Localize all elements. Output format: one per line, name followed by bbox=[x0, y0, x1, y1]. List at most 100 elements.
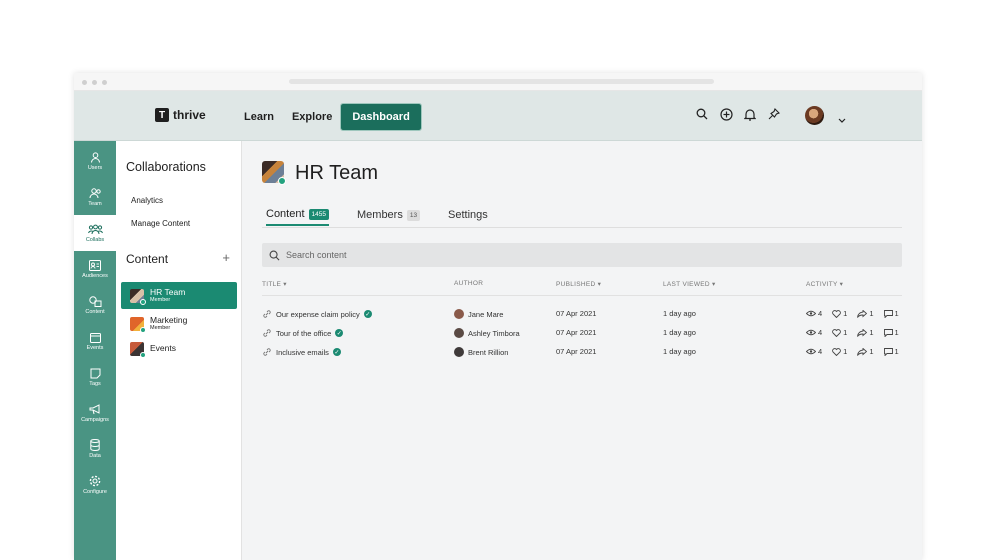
content-heading: Content bbox=[126, 252, 169, 266]
user-icon bbox=[90, 151, 100, 163]
likes-stat: 1 bbox=[832, 309, 847, 318]
top-icon-group bbox=[694, 106, 782, 122]
rail-label: Tags bbox=[89, 380, 101, 387]
tab-count: 1455 bbox=[308, 208, 329, 220]
user-avatar[interactable] bbox=[805, 106, 824, 125]
content-title[interactable]: Inclusive emails bbox=[276, 348, 329, 357]
collabs-icon bbox=[87, 224, 103, 234]
content-icon bbox=[88, 295, 101, 307]
last-viewed-cell: 1 day ago bbox=[663, 347, 696, 356]
comments-stat: 1 bbox=[883, 328, 899, 337]
address-bar[interactable] bbox=[289, 79, 714, 84]
panel-title: Collaborations bbox=[126, 160, 206, 174]
collaborations-panel: Collaborations Analytics Manage Content … bbox=[116, 141, 242, 560]
content-title[interactable]: Tour of the office bbox=[276, 329, 331, 338]
verified-badge bbox=[140, 351, 146, 358]
logo[interactable]: T thrive bbox=[155, 108, 206, 122]
search-input[interactable] bbox=[286, 250, 866, 260]
content-title[interactable]: Our expense claim policy bbox=[276, 310, 360, 319]
rail-label: Users bbox=[87, 164, 103, 171]
chevron-down-icon[interactable] bbox=[838, 111, 846, 129]
rail-label: Collabs bbox=[85, 236, 105, 243]
rail-label: Configure bbox=[83, 489, 107, 495]
table-row[interactable]: Tour of the office ✓ Ashley Timbora 07 A… bbox=[262, 324, 902, 342]
window-dot bbox=[92, 80, 97, 85]
rail-audiences[interactable]: Audiences bbox=[74, 251, 116, 287]
heart-icon bbox=[832, 309, 842, 318]
panel-link-manage-content[interactable]: Manage Content bbox=[131, 219, 190, 228]
heart-icon bbox=[832, 347, 842, 356]
rail-label: Team bbox=[88, 200, 102, 207]
team-role: Member bbox=[150, 296, 171, 303]
table-row[interactable]: Inclusive emails ✓ Brent Rillion 07 Apr … bbox=[262, 343, 902, 361]
rail-users[interactable]: Users bbox=[74, 143, 116, 179]
rail-configure[interactable]: Configure bbox=[74, 467, 116, 503]
share-icon bbox=[857, 328, 868, 337]
header-published[interactable]: PUBLISHED ▾ bbox=[556, 280, 601, 288]
eye-icon bbox=[806, 310, 816, 317]
nav-explore[interactable]: Explore bbox=[283, 105, 341, 129]
verified-badge bbox=[140, 298, 146, 305]
tab-settings[interactable]: Settings bbox=[448, 204, 488, 226]
team-avatar bbox=[262, 161, 286, 185]
rail-label: Content bbox=[85, 308, 105, 315]
search-icon[interactable] bbox=[694, 106, 710, 122]
app-window: T thrive Learn Explore Dashboard Users T… bbox=[74, 73, 922, 560]
logo-text: thrive bbox=[173, 108, 206, 122]
tab-content[interactable]: Content 1455 bbox=[266, 204, 329, 226]
rail-team[interactable]: Team bbox=[74, 179, 116, 215]
header-activity[interactable]: ACTIVITY ▾ bbox=[806, 280, 843, 288]
heart-icon bbox=[832, 328, 842, 337]
views-stat: 4 bbox=[806, 309, 822, 318]
link-icon bbox=[263, 310, 271, 318]
comment-icon bbox=[883, 347, 893, 356]
header-title[interactable]: TITLE ▾ bbox=[262, 280, 287, 288]
verified-badge bbox=[278, 177, 286, 185]
window-dot bbox=[82, 80, 87, 85]
header-author[interactable]: AUTHOR bbox=[454, 280, 483, 287]
main-content: HR Team Content 1455 Members 13 Settings… bbox=[243, 141, 922, 560]
events-icon bbox=[89, 332, 101, 343]
header-last-viewed[interactable]: LAST VIEWED ▾ bbox=[663, 280, 716, 288]
author-avatar bbox=[454, 328, 464, 338]
eye-icon bbox=[806, 348, 816, 355]
gear-icon bbox=[89, 475, 101, 487]
team-role: Member bbox=[150, 324, 171, 331]
rail-label: Events bbox=[86, 344, 104, 351]
rail-events[interactable]: Events bbox=[74, 323, 116, 359]
tab-members[interactable]: Members 13 bbox=[357, 204, 421, 226]
author-name: Jane Mare bbox=[468, 309, 504, 319]
bell-icon[interactable] bbox=[742, 106, 758, 122]
rail-campaigns[interactable]: Campaigns bbox=[74, 395, 116, 431]
rail-data[interactable]: Data bbox=[74, 431, 116, 467]
nav-dashboard[interactable]: Dashboard bbox=[340, 103, 422, 131]
rail-label: Campaigns bbox=[81, 416, 109, 423]
published-cell: 07 Apr 2021 bbox=[556, 328, 597, 337]
published-cell: 07 Apr 2021 bbox=[556, 309, 597, 318]
activity-cell: 4 1 1 1 bbox=[806, 328, 905, 337]
comments-stat: 1 bbox=[883, 347, 899, 356]
verified-icon: ✓ bbox=[332, 348, 341, 356]
panel-link-analytics[interactable]: Analytics bbox=[131, 196, 163, 205]
add-collaboration-button[interactable]: + bbox=[222, 250, 230, 265]
author-avatar bbox=[454, 347, 464, 357]
team-item-hr[interactable]: HR Team Member bbox=[121, 282, 237, 309]
add-circle-icon[interactable] bbox=[718, 106, 734, 122]
published-cell: 07 Apr 2021 bbox=[556, 347, 597, 356]
rail-collabs[interactable]: Collabs bbox=[74, 215, 116, 251]
likes-stat: 1 bbox=[832, 347, 847, 356]
team-name: HR Team bbox=[150, 286, 186, 297]
team-item-events[interactable]: Events bbox=[121, 335, 237, 362]
link-icon bbox=[263, 348, 271, 356]
team-item-marketing[interactable]: Marketing Member bbox=[121, 310, 237, 337]
author-cell: Brent Rillion bbox=[454, 347, 508, 357]
table-row[interactable]: Our expense claim policy ✓ Jane Mare 07 … bbox=[262, 305, 902, 323]
team-icon bbox=[89, 187, 101, 198]
eye-icon bbox=[806, 329, 816, 336]
nav-learn[interactable]: Learn bbox=[235, 105, 283, 129]
pin-icon[interactable] bbox=[766, 106, 782, 122]
author-cell: Jane Mare bbox=[454, 309, 503, 319]
rail-content[interactable]: Content bbox=[74, 287, 116, 323]
rail-tags[interactable]: Tags bbox=[74, 359, 116, 395]
activity-cell: 4 1 1 1 bbox=[806, 309, 905, 318]
